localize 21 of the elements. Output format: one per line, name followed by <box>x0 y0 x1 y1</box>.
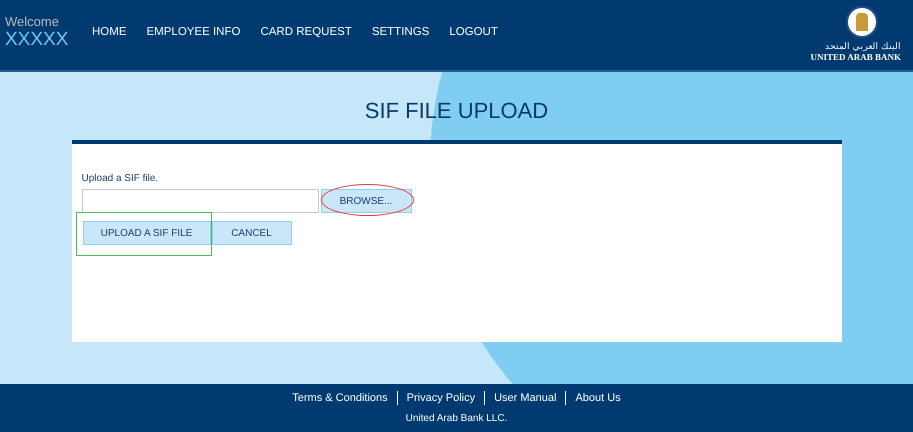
footer-link[interactable]: Privacy Policy <box>406 391 476 405</box>
welcome-label: Welcome <box>5 14 60 29</box>
upload-button[interactable]: UPLOAD A SIF FILE <box>82 221 210 245</box>
nav-link[interactable]: EMPLOYEE INFO <box>146 25 240 39</box>
logo-arabic-text: البنك العربي المتحد <box>824 40 901 52</box>
nav-link[interactable]: HOME <box>92 25 126 39</box>
upload-label: Upload a SIF file. <box>82 173 160 185</box>
footer-link[interactable]: User Manual <box>494 391 556 405</box>
browse-button[interactable]: BROWSE... <box>320 189 412 213</box>
copyright-text: United Arab Bank LLC. <box>406 413 508 425</box>
footer-link[interactable]: Terms & Conditions <box>292 391 388 405</box>
nav-link[interactable]: LOGOUT <box>449 25 498 39</box>
nav-link[interactable]: CARD REQUEST <box>260 25 352 39</box>
logo-text: UNITED ARAB BANK <box>810 52 901 63</box>
bank-emblem-icon <box>846 6 878 38</box>
cancel-button[interactable]: CANCEL <box>212 221 292 245</box>
footer-link[interactable]: About Us <box>575 391 621 405</box>
file-path-field[interactable] <box>82 189 318 213</box>
nav-link[interactable]: SETTINGS <box>372 25 430 39</box>
user-name: XXXXX <box>5 29 70 50</box>
page-title: SIF FILE UPLOAD <box>364 98 548 124</box>
